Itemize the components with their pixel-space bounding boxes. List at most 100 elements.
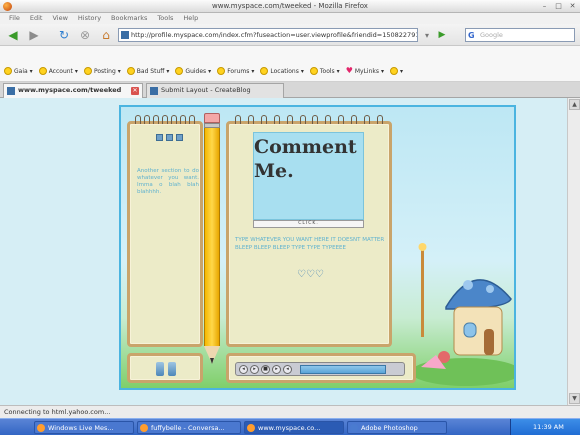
status-bar: Connecting to html.yahoo.com... [0,405,580,418]
bottom-icons [156,362,176,376]
rewind-button[interactable]: ◂ [239,364,248,374]
click-button[interactable]: CLICK. [253,220,364,228]
smiley-icon [126,67,135,75]
pictures-icon[interactable] [166,134,173,141]
gaia-item-label: Posting [93,67,116,75]
url-text: http://profile.myspace.com/index.cfm?fus… [131,31,418,39]
menu-help[interactable]: Help [178,13,203,24]
minimize-button[interactable]: – [539,2,550,11]
gaia-icon [4,67,12,75]
tab-label: Submit Layout - CreateBlog [161,86,251,94]
gaia-item-gaia[interactable]: Gaia ▾ [4,67,33,75]
reload-button[interactable]: ↻ [56,27,72,43]
myspace-layout: Another section to do whatever you want.… [119,105,516,390]
photoshop-icon [350,424,358,432]
smiley-icon [175,67,184,75]
gaia-item-label: Gaia [14,67,28,75]
maximize-button[interactable]: □ [553,2,564,11]
scroll-up-icon[interactable]: ▲ [569,99,580,110]
vertical-scrollbar[interactable]: ▲ ▼ [567,98,580,405]
windows-taskbar: Windows Live Mes... fuffybelle - Convers… [0,418,580,435]
site-favicon-icon [121,31,129,39]
menu-history[interactable]: History [73,13,106,24]
menu-view[interactable]: View [47,13,72,24]
task-myspace[interactable]: www.myspace.co... [244,421,344,434]
play-button[interactable]: ▸ [250,364,259,374]
forward-music-button[interactable]: ▸ [272,364,281,374]
smiley-icon [260,67,269,75]
menu-bar: File Edit View History Bookmarks Tools H… [0,13,580,24]
spiral-binding [130,115,200,125]
navigation-toolbar: ◀ ▶ ↻ ⊗ ⌂ http://profile.myspace.com/ind… [0,24,580,46]
gaia-item-locations[interactable]: Locations ▾ [260,67,304,75]
comment-box[interactable]: Comment Me. [253,132,364,220]
close-tab-icon[interactable]: ✕ [131,87,139,95]
hearts-decoration: ♡♡♡ [297,269,324,280]
left-section-text: Another section to do whatever you want.… [137,168,199,195]
track-display [300,364,386,374]
left-bottom-panel [127,353,203,383]
scroll-down-icon[interactable]: ▼ [569,393,580,404]
task-conversation[interactable]: fuffybelle - Conversa... [137,421,241,434]
smiley-icon [309,67,318,75]
pencil-decoration [204,113,220,365]
spiral-binding [229,115,389,125]
right-notebook-panel: Comment Me. CLICK. TYPE WHATEVER YOU WAN… [226,115,392,347]
createblog-favicon-icon [150,87,158,95]
gaia-item-label: Bad Stuff [136,67,165,75]
back-button[interactable]: ◀ [4,27,22,43]
smiley-icon [83,67,92,75]
search-input[interactable]: G Google [465,28,575,42]
gaia-item-bad-stuff[interactable]: Bad Stuff ▾ [126,67,169,75]
task-photoshop[interactable]: Adobe Photoshop [347,421,447,434]
google-icon: G [468,31,475,40]
forward-button[interactable]: ▶ [26,27,42,43]
close-window-button[interactable]: ✕ [567,2,578,11]
music-player: ◂ ▸ ■ ▸ ◂ [235,362,405,376]
gaia-help-button[interactable]: ▾ [390,67,403,75]
heart-icon: ♥ [345,66,353,75]
gaia-item-label: Locations [270,67,299,75]
gaia-item-tools[interactable]: Tools ▾ [309,67,340,75]
gaia-item-label: Tools [319,67,335,75]
tab-myspace[interactable]: www.myspace.com/tweeked ✕ [3,83,143,98]
menu-file[interactable]: File [4,13,25,24]
smiley-icon [38,67,47,75]
gaia-item-guides[interactable]: Guides ▾ [175,67,211,75]
url-dropdown-icon[interactable]: ▾ [421,27,433,43]
lamp-light [418,243,427,251]
gaia-item-forums[interactable]: Forums ▾ [217,67,254,75]
task-label: Adobe Photoshop [361,424,418,432]
menu-tools[interactable]: Tools [152,13,178,24]
gaia-toolbar: Gaia ▾ Account ▾ Posting ▾ Bad Stuff ▾ G… [0,46,580,82]
search-placeholder: Google [480,31,503,39]
gaia-item-account[interactable]: Account ▾ [38,67,78,75]
home-button[interactable]: ⌂ [98,27,114,43]
stop-button[interactable]: ⊗ [77,27,93,43]
myspace-favicon-icon [7,87,15,95]
help-icon [390,67,399,75]
volume-icon[interactable]: ◂ [283,364,292,374]
stop-music-button[interactable]: ■ [261,364,270,374]
mushroom-house-illustration [416,243,514,386]
task-windows-live[interactable]: Windows Live Mes... [34,421,134,434]
tab-label: www.myspace.com/tweeked [18,86,122,94]
gaia-item-posting[interactable]: Posting ▾ [83,67,121,75]
blog-icon[interactable] [176,134,183,141]
gaia-item-label: Account [48,67,73,75]
go-button[interactable]: ▶ [436,27,448,43]
mushroom-cap [445,279,512,310]
home-icon[interactable] [156,134,163,141]
music-player-panel: ◂ ▸ ■ ▸ ◂ [226,353,416,383]
menu-edit[interactable]: Edit [25,13,48,24]
gaia-item-mylinks[interactable]: ♥ MyLinks ▾ [346,67,384,75]
figure-icon [168,362,176,376]
smiley-icon [217,67,226,75]
url-bar[interactable]: http://profile.myspace.com/index.cfm?fus… [118,28,418,42]
window-title: www.myspace.com/tweeked - Mozilla Firefo… [212,2,368,10]
comment-title: Comment Me. [254,136,357,182]
system-tray: 11:39 AM [510,419,580,435]
tab-createblog[interactable]: Submit Layout - CreateBlog [146,83,284,98]
menu-bookmarks[interactable]: Bookmarks [106,13,152,24]
gaia-item-label: Guides [185,67,207,75]
